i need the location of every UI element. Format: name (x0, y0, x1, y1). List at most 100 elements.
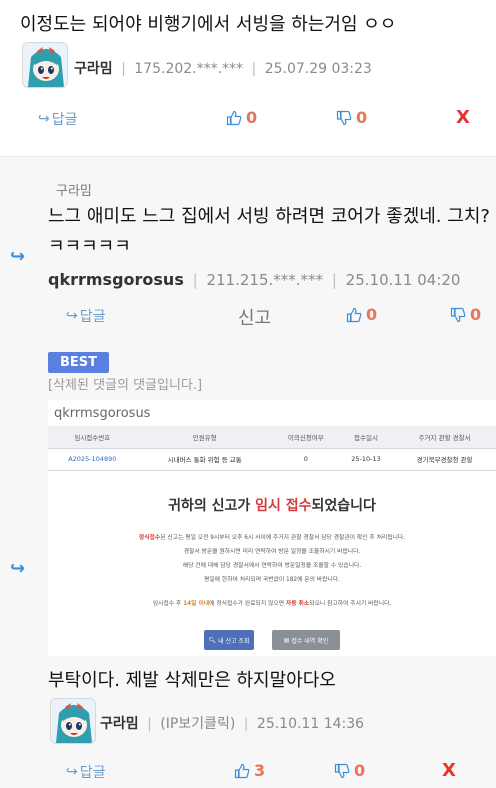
reply-body-line: 느그 애미도 느그 집에서 서빙 하려면 코어가 좋겠네. 그치? (48, 206, 490, 227)
table-cell: 시내버스 통화 위험 등 교통 (136, 448, 273, 471)
upvote-count: 3 (254, 761, 266, 780)
datetime: 25.07.29 03:23 (264, 61, 372, 77)
reply-label: 답글 (79, 765, 106, 781)
reply-body: 부탁이다. 제발 삭제만은 하지말아다오 (48, 670, 336, 691)
table-header-row: 임시접수번호 민원유형 이의신청여부 접수일시 주거지 관할 경찰서 (48, 426, 496, 449)
thumbs-down-icon (336, 110, 352, 125)
reply-indicator-icon: ↪ (10, 246, 26, 267)
notice-line: 임시접수 후 14일 이내에 정식접수가 완료되지 않으면 자동 취소되오니 참… (48, 598, 496, 607)
my-report-button: 🔍︎ 내 신고 조회 (204, 630, 254, 650)
separator: | (121, 61, 126, 77)
table-header: 민원유형 (136, 426, 273, 449)
headline-text: 귀하의 신고가 (168, 498, 256, 514)
separator: | (243, 716, 249, 732)
search-icon: 🔍︎ (208, 636, 217, 644)
comment-body: 이정도는 되어야 비행기에서 서빙을 하는거임 ㅇㅇ (20, 14, 397, 35)
downvote-count: 0 (354, 761, 366, 780)
ip-view-link[interactable]: (IP보기클릭) (160, 716, 235, 732)
reply-body: 느그 애미도 느그 집에서 서빙 하려면 코어가 좋겠네. 그치? ㅋㅋㅋㅋㅋ (48, 202, 490, 262)
ip-address: 175.202.***.*** (134, 61, 244, 77)
nickname[interactable]: 구라밈 (74, 61, 113, 77)
report-table: 임시접수번호 민원유형 이의신청여부 접수일시 주거지 관할 경찰서 A2025… (48, 426, 496, 471)
button-label: 접수 내역 확인 (291, 637, 329, 645)
thumbs-up-icon (346, 307, 362, 322)
attached-image[interactable]: qkrrmsgorosus 임시접수번호 민원유형 이의신청여부 접수일시 주거… (48, 400, 496, 656)
separator: | (147, 716, 152, 732)
table-cell: 0 (272, 448, 339, 471)
notice-text: 임시접수 후 (152, 601, 184, 607)
separator: | (192, 271, 198, 289)
avatar[interactable] (50, 698, 96, 744)
upvote-button[interactable]: 0 (346, 305, 377, 324)
separator: | (251, 61, 257, 77)
notice-line: 평일에 한하여 처리되며 국번없이 182에 문의 바랍니다. (204, 577, 340, 583)
table-cell: 25-10-13 (338, 448, 394, 471)
headline-text: 되었습니다 (311, 498, 376, 514)
table-header: 접수일시 (338, 426, 394, 449)
reply-label: 답글 (51, 112, 78, 128)
reply-meta: qkrrmsgorosus | 211.215.***.*** | 25.10.… (48, 270, 460, 289)
reply-button[interactable]: ↪ 답글 (66, 762, 106, 782)
delete-button[interactable]: X (442, 760, 456, 781)
downvote-button[interactable]: 0 (336, 108, 367, 127)
upvote-button[interactable]: 0 (226, 108, 257, 127)
reply-to-nickname: qkrrmsgorosus (54, 406, 151, 421)
notice-highlight: 자동 취소 (285, 601, 310, 607)
document-icon: ▤ (283, 636, 290, 644)
notice-text: 에 정식접수가 완료되지 않으면 (209, 601, 286, 607)
table-row: A2025-104890 시내버스 통화 위험 등 교통 0 25-10-13 … (48, 448, 496, 471)
notice-line: 해당 건에 대해 담당 경찰서에서 연락하여 방문일정을 조율할 수 있습니다. (182, 563, 362, 569)
button-label: 내 신고 조회 (218, 637, 250, 645)
ip-address: 211.215.***.*** (206, 271, 324, 289)
table-cell: 경기북부경찰청 관할 (393, 448, 496, 471)
reply-arrow-icon: ↪ (66, 764, 78, 780)
separator: | (331, 271, 337, 289)
reply-button[interactable]: ↪ 답글 (66, 306, 106, 326)
avatar-image (51, 699, 95, 743)
delete-button[interactable]: X (456, 107, 470, 128)
thumbs-down-icon (334, 763, 350, 778)
nickname[interactable]: qkrrmsgorosus (48, 270, 184, 289)
comment: 이정도는 되어야 비행기에서 서빙을 하는거임 ㅇㅇ 구라밈 | 175.202… (0, 0, 496, 156)
nickname[interactable]: 구라밈 (100, 716, 139, 732)
thumbs-down-icon (450, 307, 466, 322)
reply-arrow-icon: ↪ (38, 111, 50, 127)
deleted-parent-note: [삭제된 댓글의 댓글입니다.] (48, 378, 203, 393)
downvote-count: 0 (356, 108, 368, 127)
notice-highlight: 정식접수 (138, 535, 161, 541)
table-cell: A2025-104890 (48, 448, 137, 471)
upvote-button[interactable]: 3 (234, 761, 265, 780)
reply-meta: 구라밈 | (IP보기클릭) | 25.10.11 14:36 (100, 713, 364, 733)
datetime: 25.10.11 04:20 (345, 271, 461, 289)
reply-indicator-icon: ↪ (10, 558, 26, 579)
avatar-image (23, 43, 67, 87)
notice-text: 되오니 참고하여 주시기 바랍니다. (309, 601, 392, 607)
report-button[interactable]: 신고 (238, 304, 271, 330)
upvote-count: 0 (246, 108, 258, 127)
comment-meta: 구라밈 | 175.202.***.*** | 25.07.29 03:23 (74, 58, 372, 78)
table-header: 주거지 관할 경찰서 (393, 426, 496, 449)
notice-highlight: 14일 이내 (183, 601, 210, 607)
best-badge: BEST (48, 352, 110, 373)
report-headline: 귀하의 신고가 임시 접수되었습니다 (48, 495, 496, 515)
reply-label: 답글 (79, 309, 106, 325)
thumbs-up-icon (226, 110, 242, 125)
downvote-button[interactable]: 0 (334, 761, 365, 780)
reply-button[interactable]: ↪ 답글 (38, 109, 78, 129)
table-header: 임시접수번호 (48, 426, 137, 449)
reply-arrow-icon: ↪ (66, 308, 78, 324)
avatar[interactable] (22, 42, 68, 88)
upvote-count: 0 (366, 305, 378, 324)
notice-text: 된 신고는 평일 오전 9시부터 오후 6시 사이에 주거지 관할 경찰서 담당… (160, 535, 406, 541)
datetime: 25.10.11 14:36 (256, 716, 365, 732)
downvote-button[interactable]: 0 (450, 305, 481, 324)
receipt-button: ▤ 접수 내역 확인 (272, 630, 340, 650)
thumbs-up-icon (234, 763, 250, 778)
headline-highlight: 임시 접수 (255, 498, 312, 514)
notice-line: 경찰서 방문을 원하시면 미리 연락하여 방문 일정을 조율하시기 바랍니다. (183, 549, 361, 555)
reply-body-line: ㅋㅋㅋㅋㅋ (48, 236, 131, 257)
table-header: 이의신청여부 (272, 426, 339, 449)
notice-line: 정식접수된 신고는 평일 오전 9시부터 오후 6시 사이에 주거지 관할 경찰… (48, 532, 496, 541)
reply-to-nickname: 구라밈 (56, 184, 92, 199)
downvote-count: 0 (470, 305, 482, 324)
